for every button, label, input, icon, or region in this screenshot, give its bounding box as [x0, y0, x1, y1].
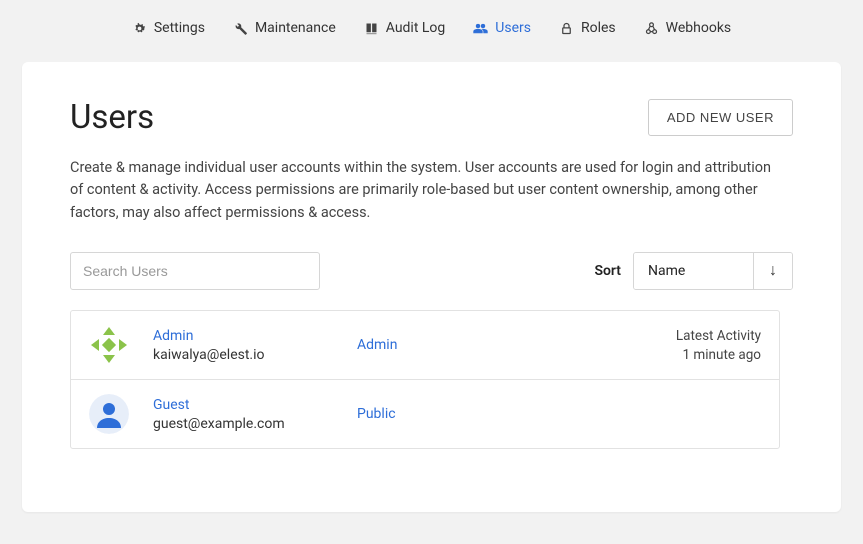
- nav-audit-log[interactable]: Audit Log: [364, 20, 446, 36]
- nav-users[interactable]: Users: [473, 20, 531, 36]
- user-info: Guest guest@example.com: [153, 397, 333, 432]
- nav-label: Roles: [581, 20, 616, 36]
- sort-direction-button[interactable]: ↓: [754, 253, 792, 289]
- add-user-button[interactable]: ADD NEW USER: [648, 99, 793, 136]
- page-description: Create & manage individual user accounts…: [70, 157, 780, 224]
- lock-icon: [559, 21, 574, 36]
- nav-roles[interactable]: Roles: [559, 20, 616, 36]
- nav-label: Settings: [154, 20, 205, 36]
- user-row[interactable]: Guest guest@example.com Public: [71, 380, 779, 448]
- search-input[interactable]: [70, 252, 320, 290]
- sort-select-wrap: Name ↓: [633, 252, 793, 290]
- page-title: Users: [70, 98, 154, 137]
- user-list: Admin kaiwalya@elest.io Admin Latest Act…: [70, 310, 780, 449]
- nav-label: Users: [495, 20, 531, 36]
- activity-label: Latest Activity: [676, 328, 761, 344]
- user-email: kaiwalya@elest.io: [153, 347, 333, 363]
- user-role[interactable]: Public: [357, 406, 537, 422]
- card-header: Users ADD NEW USER: [70, 98, 793, 137]
- sort-select[interactable]: Name: [634, 253, 754, 289]
- sort-group: Sort Name ↓: [594, 252, 793, 290]
- nav-maintenance[interactable]: Maintenance: [233, 20, 336, 36]
- user-email: guest@example.com: [153, 416, 333, 432]
- user-activity: Latest Activity 1 minute ago: [676, 328, 761, 363]
- activity-time: 1 minute ago: [676, 347, 761, 363]
- top-nav: Settings Maintenance Audit Log Users Rol…: [0, 0, 863, 50]
- book-icon: [364, 21, 379, 36]
- arrow-down-icon: ↓: [769, 262, 777, 280]
- wrench-icon: [233, 21, 248, 36]
- user-role[interactable]: Admin: [357, 337, 537, 353]
- nav-webhooks[interactable]: Webhooks: [644, 20, 732, 36]
- user-row[interactable]: Admin kaiwalya@elest.io Admin Latest Act…: [71, 311, 779, 380]
- gear-icon: [132, 21, 147, 36]
- main-card: Users ADD NEW USER Create & manage indiv…: [22, 62, 841, 512]
- user-info: Admin kaiwalya@elest.io: [153, 328, 333, 363]
- nav-label: Maintenance: [255, 20, 336, 36]
- nav-label: Webhooks: [666, 20, 732, 36]
- webhook-icon: [644, 21, 659, 36]
- user-name[interactable]: Admin: [153, 328, 333, 344]
- nav-label: Audit Log: [386, 20, 446, 36]
- sort-label: Sort: [594, 263, 621, 279]
- list-controls: Sort Name ↓: [70, 252, 793, 290]
- users-icon: [473, 21, 488, 36]
- nav-settings[interactable]: Settings: [132, 20, 205, 36]
- user-name[interactable]: Guest: [153, 397, 333, 413]
- avatar: [89, 325, 129, 365]
- avatar: [89, 394, 129, 434]
